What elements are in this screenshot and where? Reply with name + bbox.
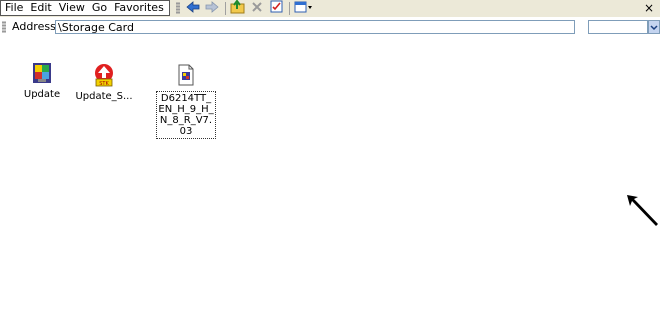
toolbar-separator [289,1,290,15]
menu-edit[interactable]: Edit [26,1,54,15]
mouse-pointer-icon [620,188,660,231]
file-label: Update_S... [75,91,133,102]
up-folder-button[interactable] [229,0,247,16]
menu-file[interactable]: File [1,1,26,15]
forward-button[interactable] [203,0,221,16]
close-button[interactable]: × [644,0,654,16]
address-dropdown-button[interactable] [648,20,660,34]
back-button[interactable] [184,0,202,16]
address-input[interactable] [55,20,575,34]
media-file-icon [174,63,198,87]
up-folder-icon [230,0,246,17]
file-label: D6214TT_EN_H_9_H_N_8_R_V7.03 [156,91,216,139]
properties-icon [270,0,283,16]
delete-icon [251,1,263,16]
chevron-down-icon [650,21,658,34]
file-item-d6214tt[interactable]: D6214TT_EN_H_9_H_N_8_R_V7.03 [156,63,216,139]
delete-button[interactable] [248,0,266,16]
file-item-update-s[interactable]: STK Update_S... [74,63,134,102]
menu-go[interactable]: Go [88,1,110,15]
top-toolbar-row: File Edit View Go Favorites × [0,0,660,17]
address-grip[interactable] [2,21,6,33]
file-list-area[interactable]: Update STK Update_S... D6214TT_EN_H_9_H_… [0,37,660,329]
file-label: Update [23,89,61,100]
address-combo-field[interactable] [588,20,648,34]
menu-favorites[interactable]: Favorites [110,1,167,15]
views-icon [294,1,314,16]
toolbar-grip[interactable] [176,2,180,14]
toolbar [184,0,316,16]
stk-update-icon: STK [92,63,116,87]
forward-arrow-icon [205,0,219,16]
back-arrow-icon [186,0,200,16]
menu-bar: File Edit View Go Favorites [0,0,170,16]
file-item-update[interactable]: Update [12,61,72,100]
menu-view[interactable]: View [55,1,88,15]
update-app-icon [30,61,54,85]
svg-text:STK: STK [99,81,109,87]
address-bar: Address [0,18,660,36]
address-label: Address [12,20,56,33]
views-button[interactable] [293,0,315,16]
toolbar-separator [225,1,226,15]
properties-button[interactable] [267,0,285,16]
